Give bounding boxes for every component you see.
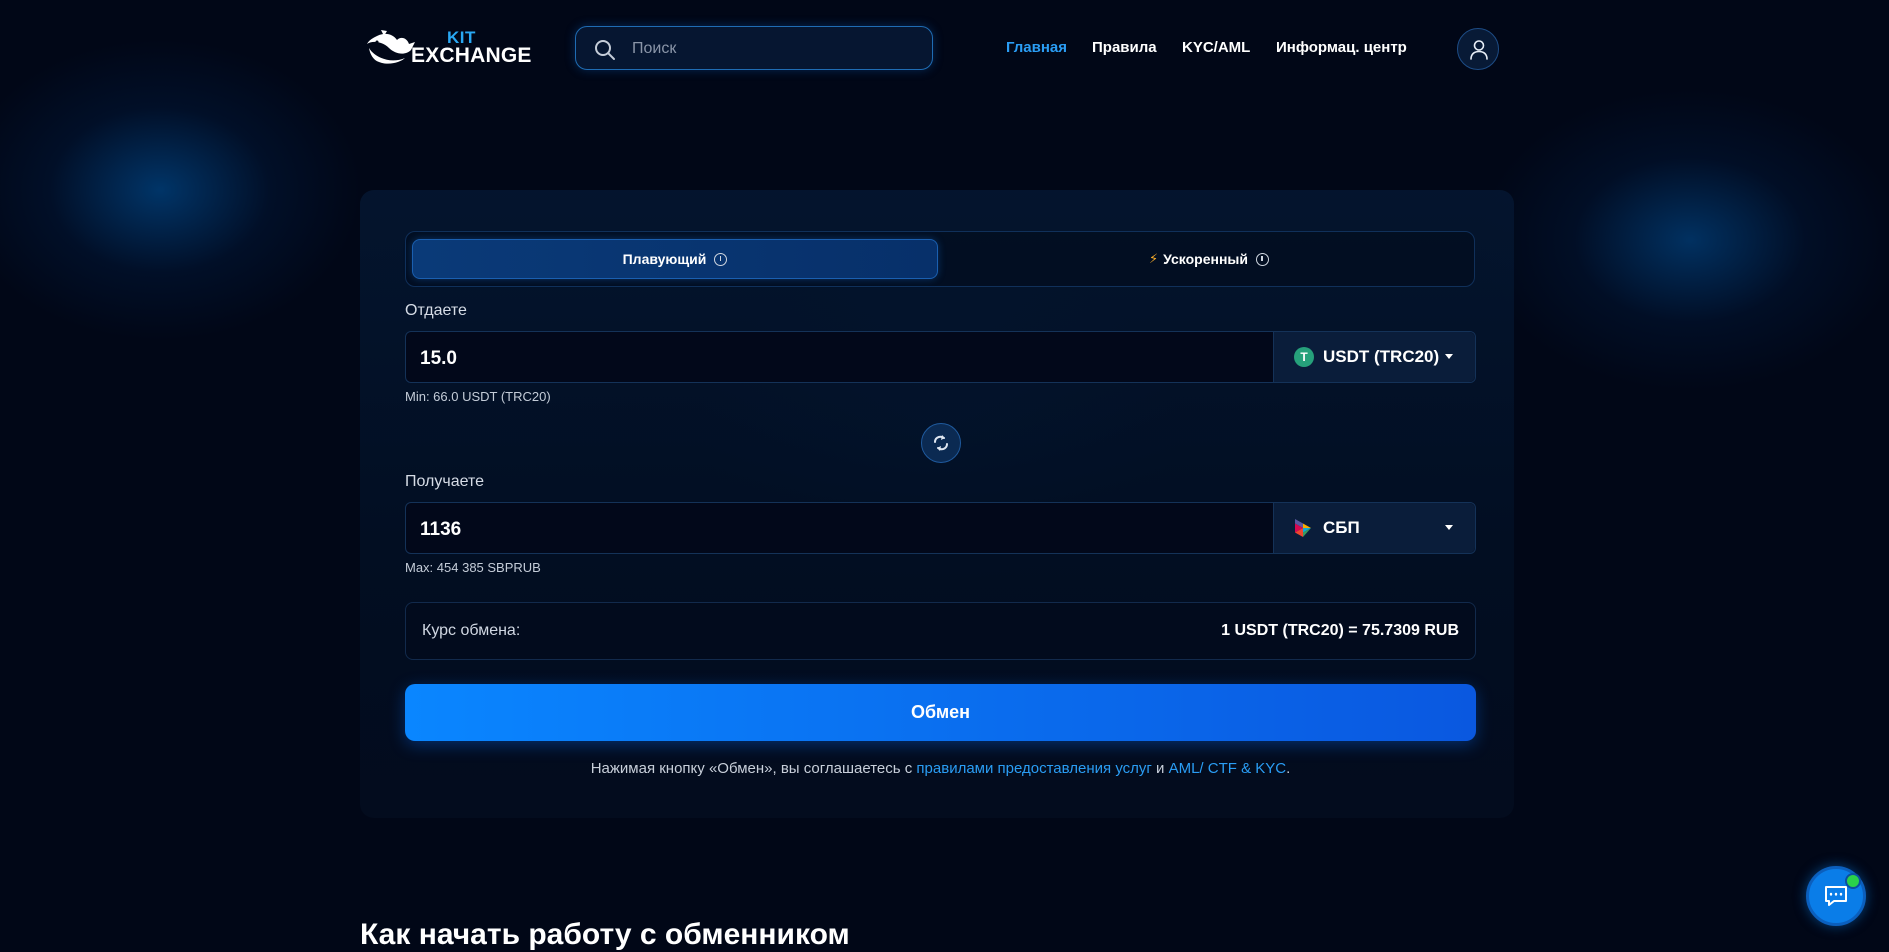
background-glow-right xyxy=(1480,90,1889,390)
how-to-start-heading: Как начать работу с обменником xyxy=(360,918,850,951)
profile-button[interactable] xyxy=(1457,28,1499,70)
exchange-rate-value: 1 USDT (TRC20) = 75.7309 RUB xyxy=(1221,622,1459,639)
consent-prefix: Нажимая кнопку «Обмен», вы соглашаетесь … xyxy=(590,760,917,777)
exchange-rate-label: Курс обмена: xyxy=(422,622,521,639)
receive-currency-select[interactable]: СБП xyxy=(1273,503,1475,553)
nav-kyc-aml[interactable]: KYC/AML xyxy=(1182,39,1250,56)
swap-arrows-icon xyxy=(934,435,948,451)
user-icon xyxy=(1470,40,1488,60)
background-glow-left xyxy=(0,40,360,340)
give-field: T USDT (TRC20) xyxy=(405,331,1476,383)
receive-currency-label: СБП xyxy=(1323,518,1360,537)
tether-icon: T xyxy=(1294,347,1314,367)
receive-field: СБП xyxy=(405,502,1476,554)
brand-name-bottom: EXCHANGE xyxy=(411,44,532,67)
consent-middle: и xyxy=(1151,760,1169,777)
exchange-rate-box: Курс обмена: 1 USDT (TRC20) = 75.7309 RU… xyxy=(405,602,1476,660)
give-currency-label: USDT (TRC20) xyxy=(1323,347,1440,366)
swap-button[interactable] xyxy=(921,423,961,463)
search-box[interactable] xyxy=(575,26,933,70)
mode-floating-label: Плавующий xyxy=(622,251,707,267)
search-icon xyxy=(595,40,615,60)
chevron-down-icon xyxy=(1445,354,1453,359)
mode-accelerated-tab[interactable]: ⚡ Ускоренный xyxy=(950,239,1468,279)
give-label: Отдаете xyxy=(405,302,467,319)
exchange-mode-toggle: Плавующий ⚡ Ускоренный xyxy=(405,231,1475,287)
nav-home[interactable]: Главная xyxy=(1006,39,1067,56)
give-currency-select[interactable]: T USDT (TRC20) xyxy=(1273,332,1475,382)
whale-logo-icon xyxy=(367,30,415,64)
chat-icon xyxy=(1825,886,1847,906)
consent-text: Нажимая кнопку «Обмен», вы соглашаетесь … xyxy=(405,760,1476,777)
receive-label: Получаете xyxy=(405,473,485,490)
nav-info-center[interactable]: Информац. центр xyxy=(1276,39,1407,56)
mode-accelerated-label: Ускоренный xyxy=(1163,251,1248,267)
exchange-submit-button[interactable]: Обмен xyxy=(405,684,1476,741)
info-icon[interactable] xyxy=(714,252,728,266)
lightning-icon: ⚡ xyxy=(1149,251,1159,266)
mode-floating-tab[interactable]: Плавующий xyxy=(412,239,938,279)
aml-kyc-link[interactable]: AML/ CTF & KYC xyxy=(1169,760,1287,777)
chevron-down-icon xyxy=(1445,525,1453,530)
online-status-dot xyxy=(1845,873,1861,889)
nav-rules[interactable]: Правила xyxy=(1092,39,1157,56)
receive-max-hint: Max: 454 385 SBPRUB xyxy=(405,560,541,575)
consent-suffix: . xyxy=(1286,760,1291,777)
give-min-hint: Min: 66.0 USDT (TRC20) xyxy=(405,389,551,404)
brand-logo[interactable]: KIT EXCHANGE xyxy=(365,28,531,68)
receive-amount-input[interactable] xyxy=(418,515,1262,545)
give-amount-input[interactable] xyxy=(418,344,1262,374)
service-rules-link[interactable]: правилами предоставления услуг xyxy=(916,760,1151,777)
info-icon[interactable] xyxy=(1255,252,1269,266)
search-input[interactable] xyxy=(630,35,924,63)
sbp-icon xyxy=(1295,519,1311,537)
